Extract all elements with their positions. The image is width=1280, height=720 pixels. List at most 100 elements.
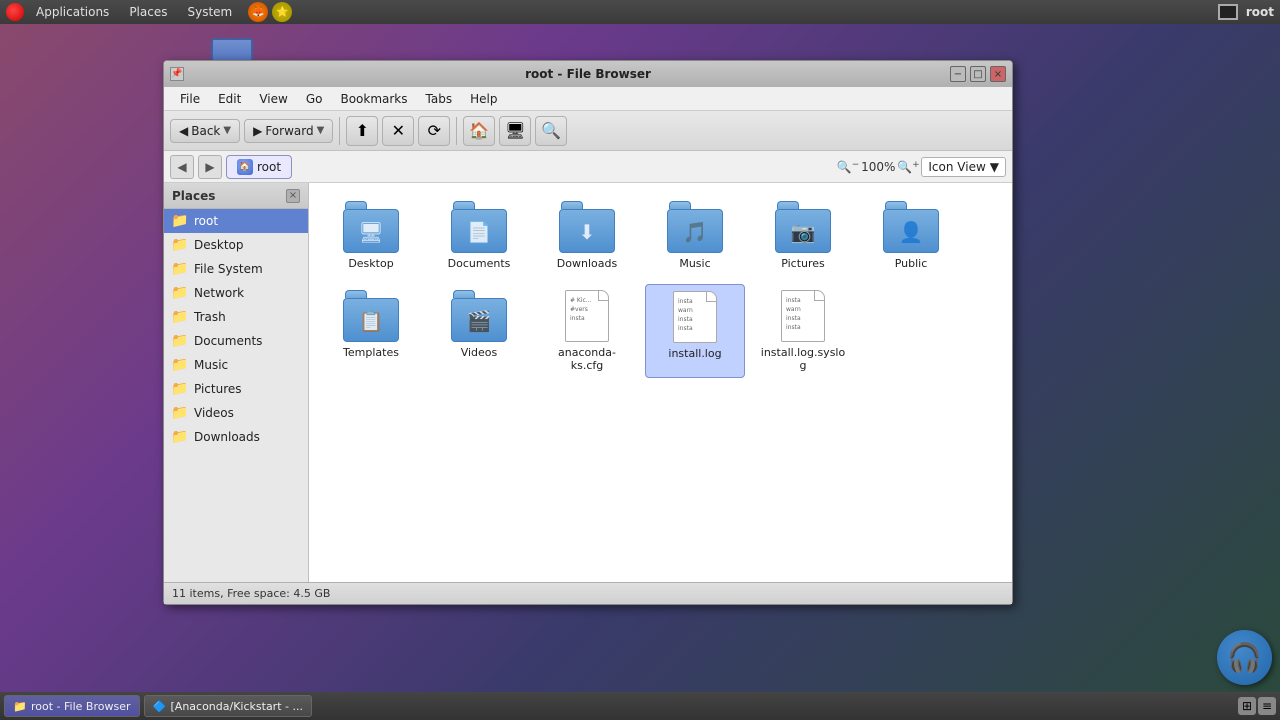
sidebar-item-label-network: Network bbox=[194, 286, 244, 300]
file-item-anaconda-ks[interactable]: # Kic...#versinstaanaconda-ks.cfg bbox=[537, 284, 637, 378]
zoom-in-btn[interactable]: 🔍+ bbox=[899, 158, 917, 176]
file-item-downloads[interactable]: ⬇Downloads bbox=[537, 195, 637, 276]
menu-go[interactable]: Go bbox=[298, 90, 331, 108]
system-menu[interactable]: System bbox=[179, 3, 240, 21]
sidebar-header-label: Places bbox=[172, 189, 215, 203]
sidebar-item-videos[interactable]: 📁 Videos bbox=[164, 401, 308, 425]
menu-bookmarks[interactable]: Bookmarks bbox=[332, 90, 415, 108]
file-item-pictures[interactable]: 📷Pictures bbox=[753, 195, 853, 276]
username-label: root bbox=[1246, 5, 1274, 19]
home-icon: 🏠 bbox=[469, 121, 489, 140]
reload-icon: ⟳ bbox=[428, 121, 441, 140]
computer-button[interactable]: 🖥 bbox=[499, 116, 531, 146]
sidebar-item-icon-network: 📁 bbox=[172, 285, 188, 301]
toolbar-sep-2 bbox=[456, 117, 457, 145]
close-button[interactable]: × bbox=[990, 66, 1006, 82]
file-item-install-log-syslog[interactable]: instawarninstainstainstall.log.syslog bbox=[753, 284, 853, 378]
taskbar-filebrowser-icon: 📁 bbox=[13, 699, 27, 713]
zoom-out-btn[interactable]: 🔍− bbox=[839, 158, 857, 176]
sidebar-item-network[interactable]: 📁 Network bbox=[164, 281, 308, 305]
sidebar-item-icon-downloads: 📁 bbox=[172, 429, 188, 445]
taskbar-grid-icon[interactable]: ⊞ bbox=[1238, 697, 1256, 715]
file-icon-anaconda-ks: # Kic...#versinsta bbox=[559, 290, 615, 342]
location-bar: ◀ ▶ 🏠 root 🔍− 100% 🔍+ Icon View ▼ bbox=[164, 151, 1012, 183]
sidebar-item-label-desktop: Desktop bbox=[194, 238, 244, 252]
menu-help[interactable]: Help bbox=[462, 90, 505, 108]
sidebar-item-desktop[interactable]: 📁Desktop bbox=[164, 233, 308, 257]
path-button[interactable]: 🏠 root bbox=[226, 155, 292, 179]
folder-icon-downloads: ⬇ bbox=[559, 201, 615, 253]
sidebar-item-label-trash: Trash bbox=[194, 310, 226, 324]
file-label-music: Music bbox=[679, 257, 710, 270]
view-dropdown-icon: ▼ bbox=[990, 160, 999, 174]
file-item-music[interactable]: 🎵 Music bbox=[645, 195, 745, 276]
sidebar-item-filesystem[interactable]: 📁File System bbox=[164, 257, 308, 281]
sidebar-close-btn[interactable]: × bbox=[286, 189, 300, 203]
firefox-icon[interactable]: 🦊 bbox=[248, 2, 268, 22]
taskbar-filebrowser-btn[interactable]: 📁 root - File Browser bbox=[4, 695, 140, 717]
sidebar-item-label-music: Music bbox=[194, 358, 228, 372]
sidebar-item-root[interactable]: 📁root bbox=[164, 209, 308, 233]
file-label-install-log: install.log bbox=[668, 347, 721, 360]
menubar-icons: 🦊 ⭐ bbox=[248, 2, 292, 22]
home-button[interactable]: 🏠 bbox=[463, 116, 495, 146]
file-item-videos[interactable]: 🎬Videos bbox=[429, 284, 529, 378]
sidebar-item-icon-music: 📁 bbox=[172, 357, 188, 373]
star-icon[interactable]: ⭐ bbox=[272, 2, 292, 22]
sidebar-item-icon-trash: 📁 bbox=[172, 309, 188, 325]
up-button[interactable]: ⬆ bbox=[346, 116, 378, 146]
path-label: root bbox=[257, 160, 281, 174]
taskbar-anaconda-btn[interactable]: 🔷 [Anaconda/Kickstart - ... bbox=[144, 695, 312, 717]
menu-edit[interactable]: Edit bbox=[210, 90, 249, 108]
reload-button[interactable]: ⟳ bbox=[418, 116, 450, 146]
taskbar-right: ⊞ ≡ bbox=[1238, 697, 1276, 715]
stop-button[interactable]: ✕ bbox=[382, 116, 414, 146]
search-button[interactable]: 🔍 bbox=[535, 116, 567, 146]
sidebar-item-pictures[interactable]: 📁 Pictures bbox=[164, 377, 308, 401]
sidebar-item-music[interactable]: 📁 Music bbox=[164, 353, 308, 377]
folder-icon-desktop: 🖥 bbox=[343, 201, 399, 253]
taskbar-anaconda-icon: 🔷 bbox=[153, 699, 167, 713]
computer-icon: 🖥 bbox=[505, 121, 525, 140]
top-menubar: Applications Places System 🦊 ⭐ root bbox=[0, 0, 1280, 24]
file-item-desktop[interactable]: 🖥Desktop bbox=[321, 195, 421, 276]
sidebar-item-icon-documents: 📁 bbox=[172, 333, 188, 349]
taskbar-anaconda-label: [Anaconda/Kickstart - ... bbox=[171, 700, 303, 713]
forward-dropdown-icon[interactable]: ▼ bbox=[317, 125, 325, 136]
places-menu[interactable]: Places bbox=[121, 3, 175, 21]
maximize-button[interactable]: □ bbox=[970, 66, 986, 82]
file-item-install-log[interactable]: instawarninstainstainstall.log bbox=[645, 284, 745, 378]
top-right-info: root bbox=[1218, 4, 1274, 20]
file-item-documents[interactable]: 📄Documents bbox=[429, 195, 529, 276]
headphone-widget[interactable]: 🎧 bbox=[1217, 630, 1272, 685]
forward-button[interactable]: ▶ Forward ▼ bbox=[244, 119, 333, 143]
sidebar-item-label-root: root bbox=[194, 214, 218, 228]
taskbar-view-icons: ⊞ ≡ bbox=[1238, 697, 1276, 715]
sidebar-item-icon-videos: 📁 bbox=[172, 405, 188, 421]
sidebar-item-icon-pictures: 📁 bbox=[172, 381, 188, 397]
title-buttons: − □ × bbox=[950, 66, 1006, 82]
file-item-templates[interactable]: 📋Templates bbox=[321, 284, 421, 378]
sidebar-item-label-pictures: Pictures bbox=[194, 382, 242, 396]
menu-tabs[interactable]: Tabs bbox=[418, 90, 461, 108]
applications-menu[interactable]: Applications bbox=[28, 3, 117, 21]
minimize-button[interactable]: − bbox=[950, 66, 966, 82]
taskbar-list-icon[interactable]: ≡ bbox=[1258, 697, 1276, 715]
sidebar-item-downloads[interactable]: 📁Downloads bbox=[164, 425, 308, 449]
file-item-public[interactable]: 👤Public bbox=[861, 195, 961, 276]
folder-icon-music: 🎵 bbox=[667, 201, 723, 253]
back-dropdown-icon[interactable]: ▼ bbox=[223, 125, 231, 136]
folder-icon-templates: 📋 bbox=[343, 290, 399, 342]
sidebar-item-label-videos: Videos bbox=[194, 406, 234, 420]
window-pin[interactable]: 📌 bbox=[170, 67, 184, 81]
sidebar-item-trash[interactable]: 📁 Trash bbox=[164, 305, 308, 329]
menu-view[interactable]: View bbox=[251, 90, 295, 108]
back-button[interactable]: ◀ Back ▼ bbox=[170, 119, 240, 143]
loc-back-btn[interactable]: ◀ bbox=[170, 155, 194, 179]
sidebar-item-documents[interactable]: 📁Documents bbox=[164, 329, 308, 353]
menu-file[interactable]: File bbox=[172, 90, 208, 108]
folder-icon-documents: 📄 bbox=[451, 201, 507, 253]
loc-forward-btn[interactable]: ▶ bbox=[198, 155, 222, 179]
view-selector[interactable]: Icon View ▼ bbox=[921, 157, 1006, 177]
window-title: root - File Browser bbox=[525, 67, 651, 81]
